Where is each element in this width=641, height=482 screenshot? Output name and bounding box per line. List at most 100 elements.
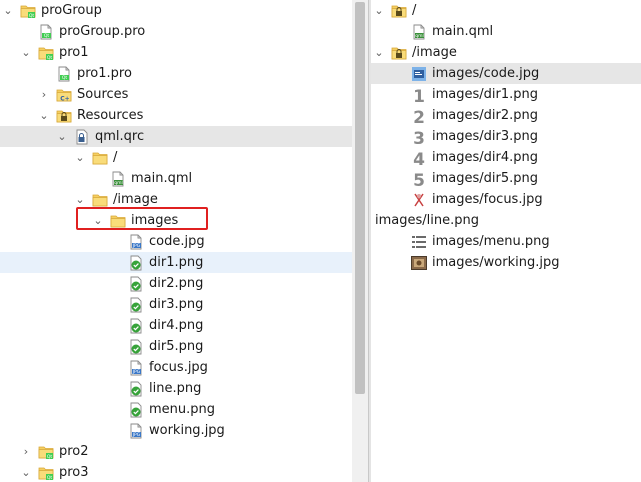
chevron-down-icon[interactable]: ⌄ bbox=[20, 462, 32, 482]
right-tree-row[interactable]: qml main.qml bbox=[371, 21, 641, 42]
chevron-down-icon[interactable]: ⌄ bbox=[20, 42, 32, 63]
chevron-down-icon[interactable]: ⌄ bbox=[373, 42, 385, 63]
focus-image-icon bbox=[411, 192, 427, 208]
jpg-file-icon: JPG bbox=[128, 423, 144, 439]
svg-text:Qt: Qt bbox=[47, 454, 53, 460]
left-tree-row[interactable]: JPG code.jpg bbox=[0, 231, 352, 252]
resource-tree-pane[interactable]: ⌄ / qml main.qml ⌄ /image images/code.jpg 1… bbox=[371, 0, 641, 482]
left-tree-item-label: dir2.png bbox=[149, 276, 204, 291]
left-tree-item-label: / bbox=[113, 150, 118, 165]
left-tree-row[interactable]: Qt proGroup.pro bbox=[0, 21, 352, 42]
left-tree-item-label: pro3 bbox=[59, 465, 89, 480]
digit-3-icon: 3 bbox=[411, 129, 427, 149]
cpp-sources-folder-icon: C+ bbox=[56, 87, 72, 103]
right-tree-row[interactable]: images/working.jpg bbox=[371, 252, 641, 273]
svg-text:5: 5 bbox=[413, 171, 425, 187]
qml-file-icon: qml bbox=[110, 171, 126, 187]
chevron-right-icon[interactable]: › bbox=[20, 441, 32, 462]
left-tree-row[interactable]: › Qt pro2 bbox=[0, 441, 352, 462]
left-tree-row[interactable]: ⌄ Qt pro1 bbox=[0, 42, 352, 63]
left-tree-row[interactable]: JPG working.jpg bbox=[0, 420, 352, 441]
right-tree-item-label: images/working.jpg bbox=[432, 255, 560, 270]
left-tree-item-label: proGroup bbox=[41, 3, 102, 18]
left-tree-row[interactable]: Qt pro1.pro bbox=[0, 63, 352, 84]
right-tree-row[interactable]: ⌄ /image bbox=[371, 42, 641, 63]
left-tree-row[interactable]: qml main.qml bbox=[0, 168, 352, 189]
right-tree-item-label: images/dir1.png bbox=[432, 87, 538, 102]
qt-project-folder-icon: Qt bbox=[38, 45, 54, 61]
svg-text:Qt: Qt bbox=[29, 13, 35, 19]
right-tree-item-label: images/code.jpg bbox=[432, 66, 540, 81]
digit-2-icon: 2 bbox=[411, 108, 427, 128]
chevron-right-icon[interactable]: › bbox=[38, 84, 50, 105]
left-tree-row[interactable]: ⌄ / bbox=[0, 147, 352, 168]
qt-project-folder-icon: Qt bbox=[38, 444, 54, 460]
svg-text:Qt: Qt bbox=[47, 55, 53, 61]
left-tree-row[interactable]: ⌄ qml.qrc bbox=[0, 126, 352, 147]
svg-text:2: 2 bbox=[413, 108, 425, 124]
right-tree-item-label: images/dir2.png bbox=[432, 108, 538, 123]
folder-icon bbox=[92, 150, 108, 166]
chevron-down-icon[interactable]: ⌄ bbox=[74, 189, 86, 210]
left-tree-item-label: main.qml bbox=[131, 171, 193, 186]
left-tree-item-label: Sources bbox=[77, 87, 129, 102]
working-photo-icon bbox=[411, 255, 427, 271]
right-tree-row[interactable]: images/focus.jpg bbox=[371, 189, 641, 210]
left-tree-row[interactable]: dir5.png bbox=[0, 336, 352, 357]
right-tree-item-label: images/dir4.png bbox=[432, 150, 538, 165]
project-tree-pane[interactable]: ⌄ Qt proGroup Qt proGroup.pro ⌄ Qt pro1 Qt … bbox=[0, 0, 368, 482]
left-tree-item-label: proGroup.pro bbox=[59, 24, 146, 39]
locked-folder-icon bbox=[391, 45, 407, 61]
left-tree-item-label: pro2 bbox=[59, 444, 89, 459]
right-tree-item-label: /image bbox=[412, 45, 457, 60]
left-tree-row[interactable]: dir4.png bbox=[0, 315, 352, 336]
right-tree-row[interactable]: 3 images/dir3.png bbox=[371, 126, 641, 149]
right-tree-item-label: images/menu.png bbox=[432, 234, 550, 249]
right-tree-row[interactable]: 1 images/dir1.png bbox=[371, 84, 641, 107]
png-file-icon bbox=[128, 381, 144, 397]
svg-text:1: 1 bbox=[413, 87, 425, 103]
left-tree-row[interactable]: › C+ Sources bbox=[0, 84, 352, 105]
left-tree-item-label: dir3.png bbox=[149, 297, 204, 312]
folder-icon bbox=[92, 192, 108, 208]
left-tree-item-label: pro1.pro bbox=[77, 66, 132, 81]
left-tree-row[interactable]: dir1.png bbox=[0, 252, 352, 273]
right-tree-row[interactable]: 2 images/dir2.png bbox=[371, 105, 641, 128]
jpg-file-icon: JPG bbox=[128, 360, 144, 376]
qt-pro-file-icon: Qt bbox=[56, 66, 72, 82]
qt-pro-file-icon: Qt bbox=[38, 24, 54, 40]
chevron-down-icon[interactable]: ⌄ bbox=[56, 126, 68, 147]
right-tree-item-label: main.qml bbox=[432, 24, 494, 39]
left-tree-row[interactable]: ⌄ Resources bbox=[0, 105, 352, 126]
right-tree-row[interactable]: 4 images/dir4.png bbox=[371, 147, 641, 170]
scrollbar-thumb[interactable] bbox=[355, 2, 365, 394]
left-tree-row[interactable]: menu.png bbox=[0, 399, 352, 420]
chevron-down-icon[interactable]: ⌄ bbox=[38, 105, 50, 126]
chevron-down-icon[interactable]: ⌄ bbox=[74, 147, 86, 168]
left-tree-row[interactable]: JPG focus.jpg bbox=[0, 357, 352, 378]
right-tree-row[interactable]: ⌄ / bbox=[371, 0, 641, 21]
right-tree-row[interactable]: images/line.png bbox=[371, 210, 641, 231]
chevron-down-icon[interactable]: ⌄ bbox=[2, 0, 14, 21]
left-tree-row[interactable]: line.png bbox=[0, 378, 352, 399]
digit-4-icon: 4 bbox=[411, 150, 427, 170]
left-tree-item-label: dir1.png bbox=[149, 255, 204, 270]
svg-text:4: 4 bbox=[413, 150, 425, 166]
right-tree-row[interactable]: 5 images/dir5.png bbox=[371, 168, 641, 191]
left-tree-row[interactable]: ⌄ Qt proGroup bbox=[0, 0, 352, 21]
right-tree-row[interactable]: images/code.jpg bbox=[371, 63, 641, 84]
vertical-scrollbar[interactable] bbox=[352, 0, 368, 482]
png-file-icon bbox=[128, 255, 144, 271]
chevron-down-icon[interactable]: ⌄ bbox=[92, 210, 104, 231]
left-tree-row[interactable]: ⌄ images bbox=[0, 210, 352, 231]
qt-project-folder-icon: Qt bbox=[38, 465, 54, 481]
left-tree-row[interactable]: dir3.png bbox=[0, 294, 352, 315]
left-tree-row[interactable]: dir2.png bbox=[0, 273, 352, 294]
chevron-down-icon[interactable]: ⌄ bbox=[373, 0, 385, 21]
left-tree-item-label: code.jpg bbox=[149, 234, 205, 249]
right-tree-item-label: images/dir5.png bbox=[432, 171, 538, 186]
left-tree-row[interactable]: ⌄ /image bbox=[0, 189, 352, 210]
left-tree-row[interactable]: ⌄ Qt pro3 bbox=[0, 462, 352, 482]
left-tree-item-label: menu.png bbox=[149, 402, 216, 417]
right-tree-row[interactable]: images/menu.png bbox=[371, 231, 641, 252]
